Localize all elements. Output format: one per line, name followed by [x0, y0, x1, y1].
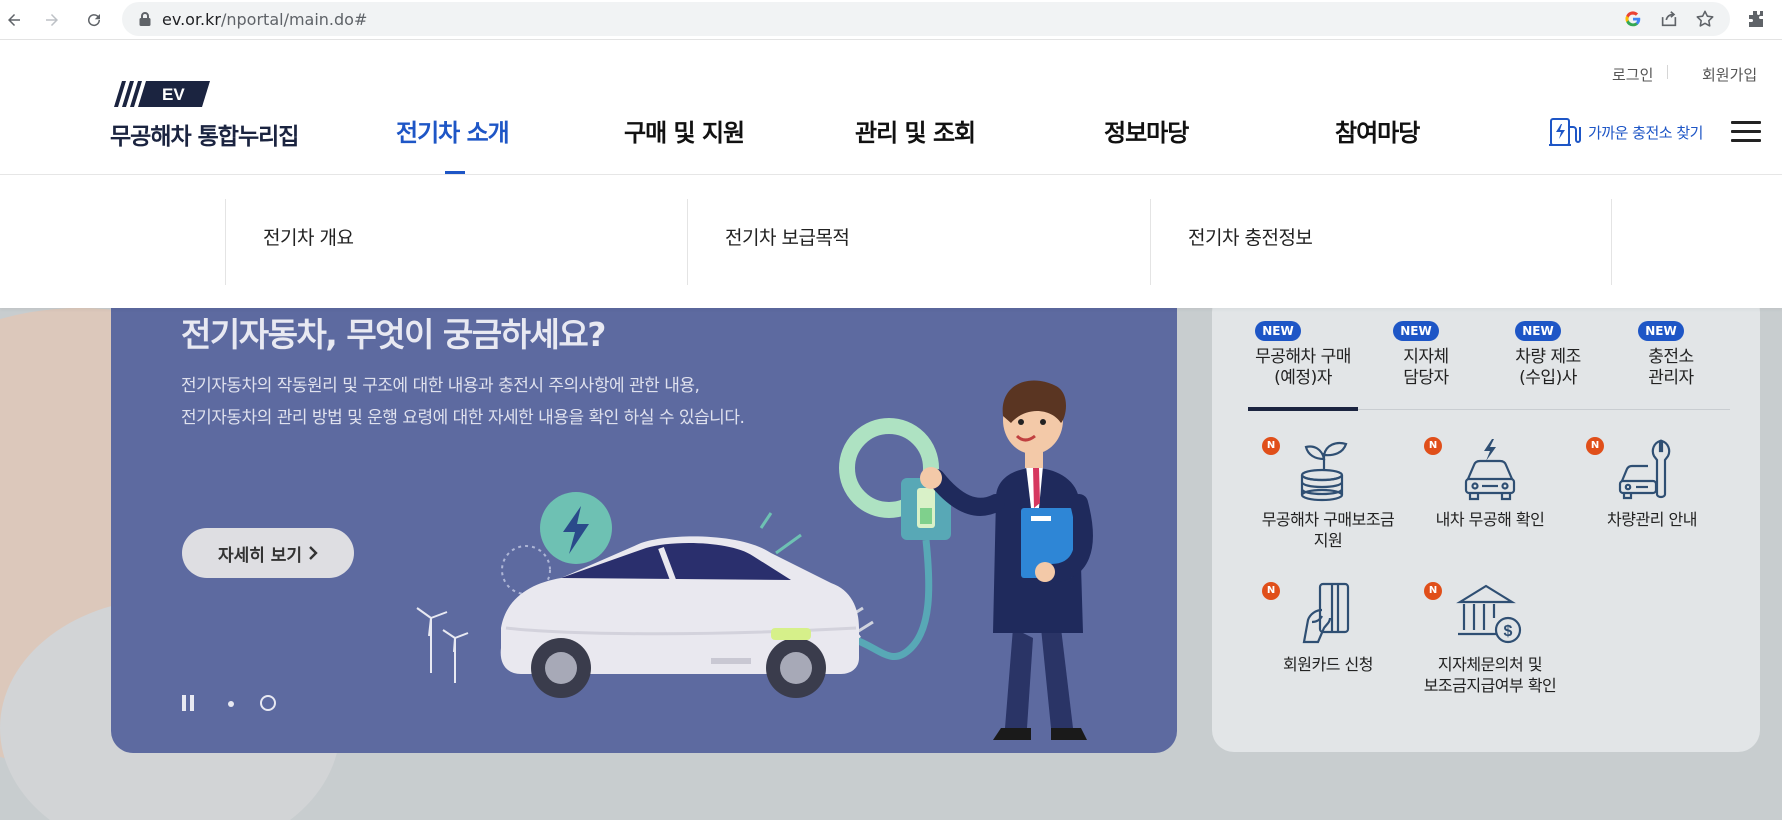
new-badge: NEW [1393, 321, 1439, 341]
submenu-ev-purpose[interactable]: 전기차 보급목적 [687, 199, 1150, 285]
bookmark-star-icon[interactable] [1694, 8, 1716, 30]
quick-vehicle-care[interactable]: N 차량관리 안내 [1574, 435, 1730, 530]
tab-label: 지자체 담당자 [1403, 347, 1449, 388]
signup-link[interactable]: 회원가입 [1702, 64, 1757, 85]
quick-label: 회원카드 신청 [1283, 655, 1373, 674]
menu-hamburger-icon[interactable] [1731, 121, 1761, 143]
quick-local-inquiry[interactable]: N $ 지자체문의처 및 보조금지급여부 확인 [1412, 580, 1568, 696]
svg-text:EV: EV [162, 85, 185, 104]
lock-icon [139, 12, 151, 26]
tab-label: 차량 제조 (수입)사 [1515, 347, 1581, 388]
svg-text:$: $ [1504, 623, 1513, 640]
bank-dollar-icon: $ [1456, 584, 1522, 644]
submenu-divider [1611, 199, 1612, 285]
forward-icon[interactable] [38, 6, 66, 34]
google-icon[interactable] [1622, 8, 1644, 30]
car-wrench-icon [1618, 439, 1671, 500]
util-divider [1667, 65, 1668, 79]
new-badge: NEW [1515, 321, 1561, 341]
extensions-puzzle-icon[interactable] [1745, 8, 1767, 30]
reload-icon[interactable] [80, 6, 108, 34]
slide-dot-active[interactable] [259, 694, 277, 712]
hero-banner: 전기자동차, 무엇이 궁금하세요? 전기자동차의 작동원리 및 구조에 대한 내… [111, 308, 1177, 753]
submenu-ev-overview[interactable]: 전기차 개요 [225, 199, 687, 285]
browser-toolbar: ev.or.kr/nportal/main.do# [0, 0, 1782, 40]
ev-charging-illustration [416, 380, 1093, 740]
tab-label: 충전소 관리자 [1648, 347, 1694, 388]
submenu-label: 전기차 개요 [263, 227, 354, 249]
slide-dot[interactable] [227, 700, 235, 708]
quick-subsidy[interactable]: N 무공해차 구매보조금 지원 [1250, 435, 1406, 551]
find-charger-link[interactable]: 가까운 충전소 찾기 [1548, 115, 1703, 149]
n-badge: N [1262, 582, 1280, 600]
n-badge: N [1586, 437, 1604, 455]
login-link[interactable]: 로그인 [1612, 64, 1653, 85]
presenter-man-illustration [920, 380, 1093, 740]
submenu-ev-charging[interactable]: 전기차 충전정보 [1150, 199, 1611, 285]
tab-charger-manager[interactable]: NEW 충전소 관리자 [1616, 320, 1726, 389]
n-badge: N [1424, 582, 1442, 600]
find-charger-label: 가까운 충전소 찾기 [1588, 123, 1703, 142]
tab-manufacturer[interactable]: NEW 차량 제조 (수입)사 [1493, 320, 1603, 389]
n-badge: N [1262, 437, 1280, 455]
tab-buyer[interactable]: NEW 무공해차 구매 (예정)자 [1248, 320, 1358, 389]
nav-participation[interactable]: 참여마당 [1335, 113, 1420, 148]
quick-service-panel: NEW 무공해차 구매 (예정)자 NEW 지자체 담당자 NEW 차량 제조 … [1212, 290, 1760, 752]
pause-icon[interactable] [181, 694, 195, 712]
share-icon[interactable] [1658, 8, 1680, 30]
nav-submenu: 전기차 개요 전기차 보급목적 전기차 충전정보 [0, 175, 1782, 308]
back-icon[interactable] [0, 6, 28, 34]
car-lightning-icon [1464, 439, 1516, 501]
ev-logo[interactable]: EV [110, 81, 210, 107]
wind-turbine-icon [416, 607, 469, 683]
nav-ev-intro[interactable]: 전기차 소개 [396, 113, 510, 148]
nav-purchase-support[interactable]: 구매 및 지원 [624, 113, 745, 148]
n-badge: N [1424, 437, 1442, 455]
chevron-right-icon [309, 546, 318, 560]
address-bar[interactable]: ev.or.kr/nportal/main.do# [122, 2, 1730, 36]
new-badge: NEW [1255, 321, 1301, 341]
quick-member-card[interactable]: N 회원카드 신청 [1250, 580, 1406, 675]
url-text: ev.or.kr/nportal/main.do# [162, 10, 368, 29]
tab-local-gov[interactable]: NEW 지자체 담당자 [1371, 320, 1481, 389]
charging-station-icon [1549, 118, 1581, 146]
quick-label: 차량관리 안내 [1607, 510, 1697, 529]
coin-plant-icon [1300, 441, 1348, 502]
electric-car [500, 536, 859, 698]
quick-label: 무공해차 구매보조금 지원 [1261, 510, 1395, 550]
view-details-button[interactable]: 자세히 보기 [182, 528, 354, 578]
site-header: EV 무공해차 통합누리집 로그인 회원가입 전기차 소개 구매 및 지원 관리… [0, 41, 1782, 175]
new-badge: NEW [1638, 321, 1684, 341]
submenu-label: 전기차 충전정보 [1188, 227, 1313, 249]
quick-label: 내차 무공해 확인 [1435, 510, 1545, 529]
nav-manage-lookup[interactable]: 관리 및 조회 [855, 113, 976, 148]
hand-card-icon [1302, 582, 1350, 644]
nav-info[interactable]: 정보마당 [1104, 113, 1189, 148]
quick-label: 지자체문의처 및 보조금지급여부 확인 [1423, 655, 1557, 695]
submenu-label: 전기차 보급목적 [725, 227, 850, 249]
tab-active-indicator [1248, 407, 1358, 411]
site-name[interactable]: 무공해차 통합누리집 [110, 117, 299, 151]
tab-label: 무공해차 구매 (예정)자 [1255, 347, 1351, 388]
nav-active-indicator [445, 171, 465, 174]
quick-my-car-check[interactable]: N 내차 무공해 확인 [1412, 435, 1568, 530]
